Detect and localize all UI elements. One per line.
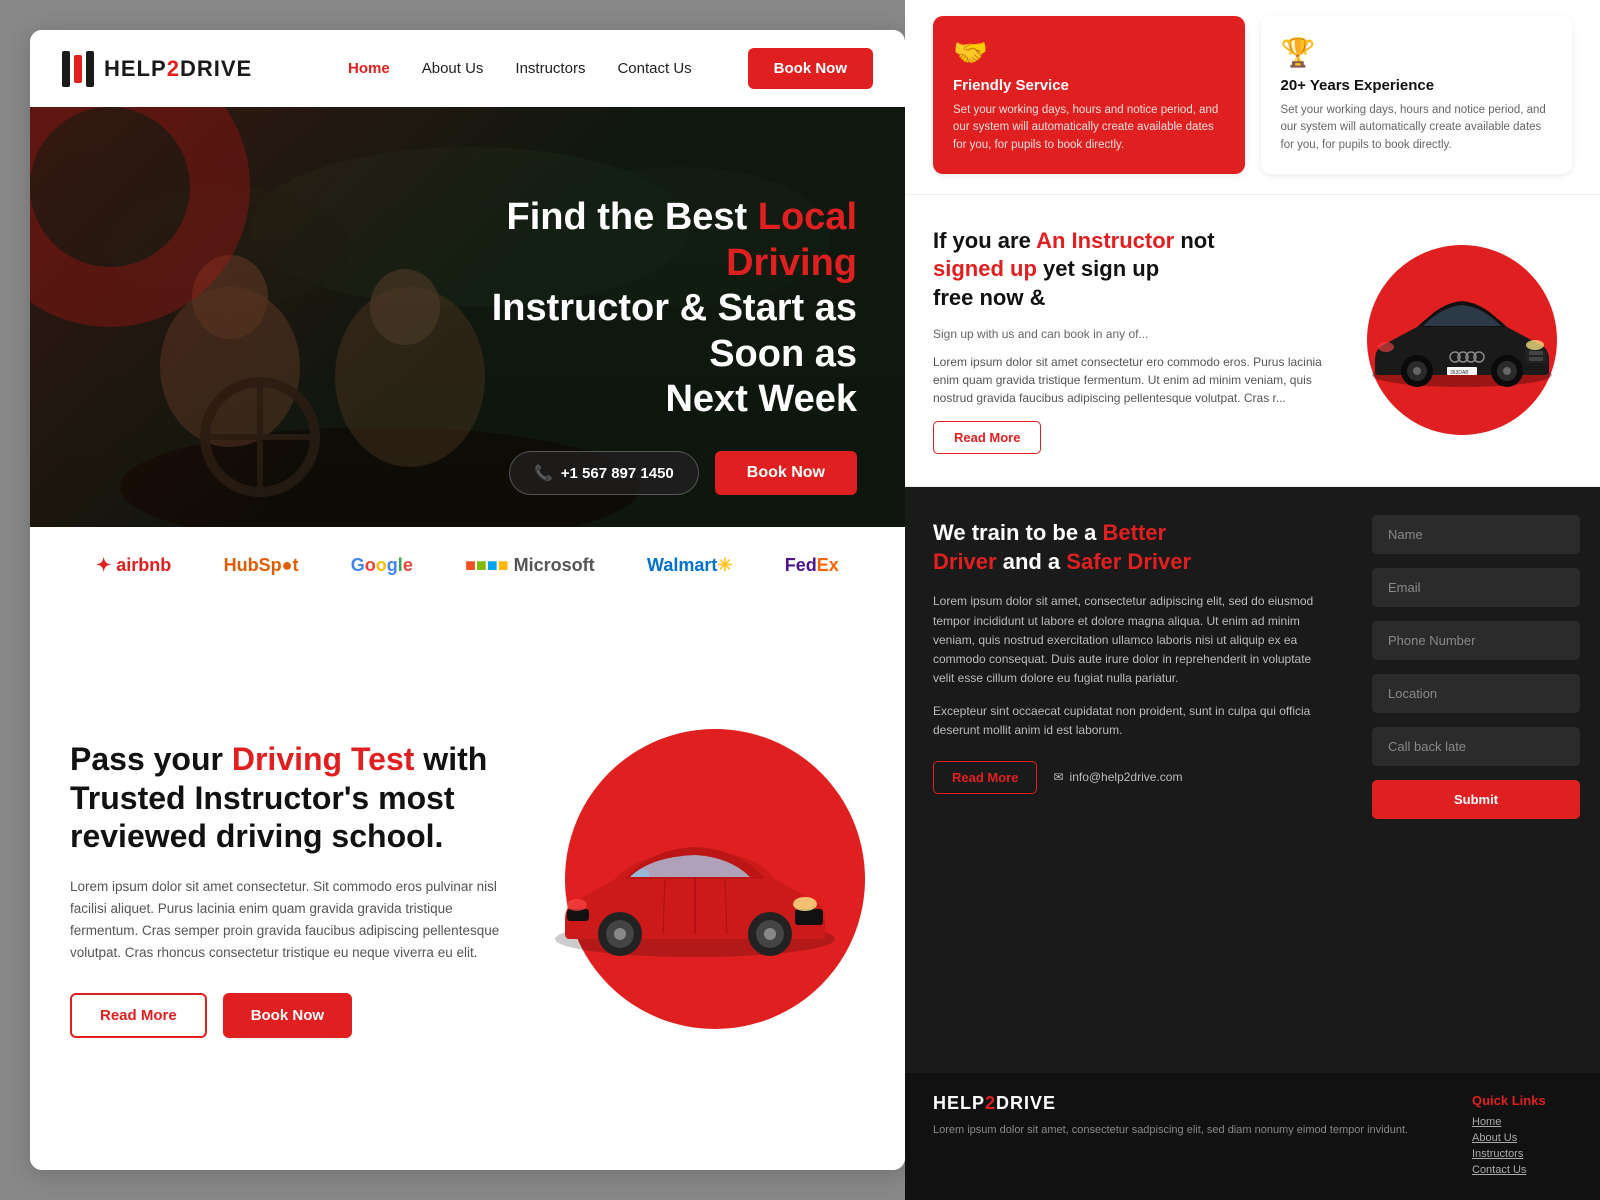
phone-button[interactable]: 📞 +1 567 897 1450 xyxy=(509,451,699,495)
instructor-promo-section: If you are An Instructor not signed up y… xyxy=(905,195,1600,487)
service-card-friendly-title: Friendly Service xyxy=(953,77,1225,94)
form-actions: Read More ✉ info@help2drive.com xyxy=(933,761,1324,794)
footer-links-title: Quick Links xyxy=(1472,1093,1572,1108)
logo-bar-red xyxy=(74,55,82,83)
brand-google: Google xyxy=(351,555,413,576)
nav-links: Home About Us Instructors Contact Us Boo… xyxy=(348,48,873,89)
phone-icon: 📞 xyxy=(534,464,553,482)
main-buttons: Read More Book Now xyxy=(70,993,501,1038)
footer-logo-2: 2 xyxy=(985,1093,996,1113)
email-icon: ✉ xyxy=(1053,770,1063,784)
nav-about[interactable]: About Us xyxy=(422,60,484,77)
name-input[interactable] xyxy=(1372,515,1580,554)
book-now-hero-button[interactable]: Book Now xyxy=(715,451,857,495)
instructor-car-area: 363DAB xyxy=(1352,250,1572,430)
logo-text: HELP2DRIVE xyxy=(104,56,252,82)
svg-text:363DAB: 363DAB xyxy=(1450,370,1469,376)
instructor-heading: If you are An Instructor not signed up y… xyxy=(933,227,1328,313)
phone-number: +1 567 897 1450 xyxy=(561,465,674,482)
logo-icon xyxy=(62,51,94,87)
navbar: HELP2DRIVE Home About Us Instructors Con… xyxy=(30,30,905,107)
book-now-nav-button[interactable]: Book Now xyxy=(748,48,873,89)
nav-instructors[interactable]: Instructors xyxy=(515,60,585,77)
nav-home[interactable]: Home xyxy=(348,60,390,77)
logo-area: HELP2DRIVE xyxy=(62,51,348,87)
car-image-area xyxy=(525,749,865,1029)
service-card-experience-title: 20+ Years Experience xyxy=(1281,77,1553,94)
right-top-section: 🤝 Friendly Service Set your working days… xyxy=(905,0,1600,195)
brand-walmart: Walmart✳ xyxy=(647,555,732,576)
book-now-main-button[interactable]: Book Now xyxy=(223,993,352,1038)
form-heading-highlight2: Safer Driver xyxy=(1066,549,1191,574)
service-card-friendly-text: Set your working days, hours and notice … xyxy=(953,102,1225,154)
main-body-text: Lorem ipsum dolor sit amet consectetur. … xyxy=(70,876,501,965)
service-card-experience: 🏆 20+ Years Experience Set your working … xyxy=(1261,16,1573,174)
callback-input[interactable] xyxy=(1372,727,1580,766)
logo-bar-1 xyxy=(62,51,70,87)
main-heading: Pass your Driving Test with Trusted Inst… xyxy=(70,740,501,855)
service-card-friendly: 🤝 Friendly Service Set your working days… xyxy=(933,16,1245,174)
brand-fedex: FedEx xyxy=(785,555,839,576)
form-body-text: Lorem ipsum dolor sit amet, consectetur … xyxy=(933,592,1324,688)
submit-button[interactable]: Submit xyxy=(1372,780,1580,819)
hero-actions: 📞 +1 567 897 1450 Book Now xyxy=(433,451,857,495)
hero-title-highlight: Local Driving xyxy=(726,196,857,284)
footer-link-home[interactable]: Home xyxy=(1472,1116,1572,1128)
form-body-text2: Excepteur sint occaecat cupidatat non pr… xyxy=(933,702,1324,740)
brands-bar: ✦ airbnb HubSp●t Google ■■■■ Microsoft W… xyxy=(30,527,905,604)
main-content-section: Pass your Driving Test with Trusted Inst… xyxy=(30,604,905,1170)
form-content-area: We train to be a BetterDriver and a Safe… xyxy=(905,487,1352,1073)
instructor-lorem: Lorem ipsum dolor sit amet consectetur e… xyxy=(933,353,1328,407)
brand-microsoft: ■■■■ Microsoft xyxy=(465,555,595,576)
footer-logo-text: HELP2DRIVE xyxy=(933,1093,1440,1114)
right-bottom-section: We train to be a BetterDriver and a Safe… xyxy=(905,487,1600,1073)
experience-icon: 🏆 xyxy=(1281,36,1553,69)
footer-body-text: Lorem ipsum dolor sit amet, consectetur … xyxy=(933,1122,1440,1139)
email-input[interactable] xyxy=(1372,568,1580,607)
footer-logo-area: HELP2DRIVE Lorem ipsum dolor sit amet, c… xyxy=(933,1093,1440,1139)
read-more-button[interactable]: Read More xyxy=(70,993,207,1038)
phone-input[interactable] xyxy=(1372,621,1580,660)
footer-section: HELP2DRIVE Lorem ipsum dolor sit amet, c… xyxy=(905,1073,1600,1200)
instructor-body: Sign up with us and can book in any of..… xyxy=(933,325,1328,344)
main-car-illustration xyxy=(535,809,855,969)
instructor-car-illustration: 363DAB xyxy=(1357,285,1567,395)
main-text-area: Pass your Driving Test with Trusted Inst… xyxy=(70,740,501,1037)
contact-form: Submit xyxy=(1352,487,1600,1073)
footer-link-contact[interactable]: Contact Us xyxy=(1472,1164,1572,1176)
hero-content: Find the Best Local Driving Instructor &… xyxy=(385,163,905,527)
instructor-heading-highlight1: An Instructor xyxy=(1036,228,1174,253)
instructor-text-area: If you are An Instructor not signed up y… xyxy=(933,227,1328,454)
brand-airbnb: ✦ airbnb xyxy=(96,555,171,576)
footer-quick-links: Quick Links Home About Us Instructors Co… xyxy=(1472,1093,1572,1180)
form-read-more-button[interactable]: Read More xyxy=(933,761,1037,794)
logo-2: 2 xyxy=(167,56,180,81)
instructor-read-more-button[interactable]: Read More xyxy=(933,421,1041,454)
brand-hubspot: HubSp●t xyxy=(224,555,299,576)
form-heading: We train to be a BetterDriver and a Safe… xyxy=(933,519,1324,576)
instructor-heading-highlight2: signed up xyxy=(933,256,1037,281)
main-heading-highlight: Driving Test xyxy=(232,741,415,777)
footer-link-instructors[interactable]: Instructors xyxy=(1472,1148,1572,1160)
friendly-service-icon: 🤝 xyxy=(953,36,1225,69)
form-email-text: info@help2drive.com xyxy=(1070,770,1183,784)
hero-section: Find the Best Local Driving Instructor &… xyxy=(30,107,905,527)
footer-link-about[interactable]: About Us xyxy=(1472,1132,1572,1144)
location-input[interactable] xyxy=(1372,674,1580,713)
service-card-experience-text: Set your working days, hours and notice … xyxy=(1281,102,1553,154)
hero-title: Find the Best Local Driving Instructor &… xyxy=(433,195,857,423)
nav-contact[interactable]: Contact Us xyxy=(617,60,691,77)
logo-bar-2 xyxy=(86,51,94,87)
form-email-link: ✉ info@help2drive.com xyxy=(1053,770,1182,784)
